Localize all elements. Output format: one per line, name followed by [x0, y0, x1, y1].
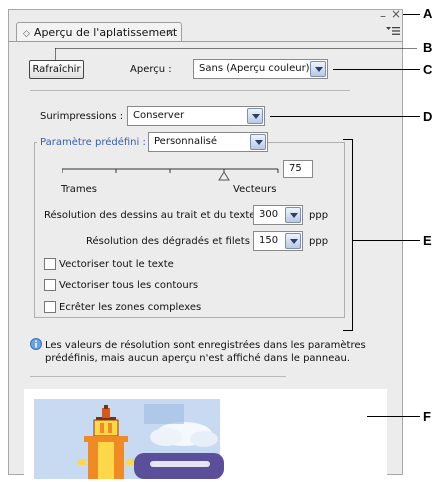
preset-select-value: Personnalisé: [154, 136, 217, 147]
preview-area: [24, 389, 387, 479]
clip-complex-regions-label[interactable]: Ecrêter les zones complexes: [59, 302, 201, 313]
callout-line-c: [333, 69, 420, 70]
preview-image: [34, 399, 224, 479]
chevron-down-icon: [285, 207, 301, 223]
convert-strokes-label[interactable]: Vectoriser tous les contours: [59, 280, 198, 291]
refresh-button[interactable]: Rafraîchir: [29, 60, 84, 79]
slider-thumb[interactable]: [218, 171, 230, 181]
slider-value-field[interactable]: 75: [283, 160, 313, 178]
chevron-down-icon: [310, 61, 326, 77]
vectors-label: Vecteurs: [233, 184, 277, 195]
panel-tab[interactable]: ◇ Aperçu de l'aplatissement ×: [16, 22, 182, 41]
tab-divider: [8, 41, 403, 42]
tab-collapse-icon[interactable]: ◇: [23, 29, 30, 39]
preset-label: Paramètre prédéfini :: [37, 137, 149, 148]
line-art-unit: ppp: [309, 210, 329, 221]
gradient-resolution-value: 150: [259, 235, 279, 246]
minimize-icon[interactable]: –: [380, 9, 386, 23]
callout-line-b: [54, 47, 425, 60]
rasters-vectors-slider[interactable]: [61, 164, 282, 184]
chevron-down-icon: [247, 108, 263, 124]
separator: [30, 90, 350, 91]
callout-line-a: [403, 14, 420, 15]
line-art-resolution-label: Résolution des dessins au trait et du te…: [44, 210, 262, 221]
callout-f: F: [423, 409, 431, 424]
info-text-line2: prédéfinis, mais aucun aperçu n'est affi…: [45, 353, 351, 364]
callout-d: D: [423, 109, 433, 124]
callout-c: C: [423, 62, 433, 77]
panel-menu-icon[interactable]: [386, 26, 400, 36]
gradient-resolution-label: Résolution des dégradés et filets :: [86, 236, 257, 247]
gradient-unit: ppp: [309, 236, 329, 247]
clip-complex-regions-checkbox[interactable]: [44, 301, 56, 313]
convert-text-label[interactable]: Vectoriser tout le texte: [59, 259, 174, 270]
callout-line-e: [353, 240, 420, 241]
separator: [30, 376, 286, 377]
callout-e: E: [423, 233, 432, 248]
chevron-down-icon: [285, 233, 301, 249]
tab-title: Aperçu de l'aplatissement: [33, 26, 178, 39]
line-art-resolution-value: 300: [259, 209, 279, 220]
callout-a: A: [423, 6, 433, 21]
overprint-label: Surimpressions :: [40, 111, 124, 122]
callout-line-d: [270, 116, 420, 117]
callout-b: B: [423, 40, 433, 55]
rasters-label: Trames: [61, 184, 97, 195]
callout-bracket-e: [343, 139, 353, 331]
window-close-icon[interactable]: ×: [391, 7, 401, 21]
convert-strokes-checkbox[interactable]: [44, 279, 56, 291]
info-text-line1: Les valeurs de résolution sont enregistr…: [45, 340, 366, 351]
tab-close-icon[interactable]: ×: [166, 23, 175, 42]
gradient-resolution-select[interactable]: 150: [253, 231, 303, 251]
preview-select[interactable]: Sans (Aperçu couleur): [193, 59, 328, 79]
callout-line-f: [367, 416, 420, 417]
preset-select[interactable]: Personnalisé: [148, 132, 268, 152]
overprint-select-value: Conserver: [133, 110, 185, 121]
overprint-select[interactable]: Conserver: [127, 106, 265, 126]
line-art-resolution-select[interactable]: 300: [253, 205, 303, 225]
preview-label: Aperçu :: [130, 64, 172, 75]
preview-select-value: Sans (Aperçu couleur): [199, 63, 310, 74]
chevron-down-icon: [250, 134, 266, 150]
convert-text-checkbox[interactable]: [44, 258, 56, 270]
info-icon: [30, 338, 42, 350]
